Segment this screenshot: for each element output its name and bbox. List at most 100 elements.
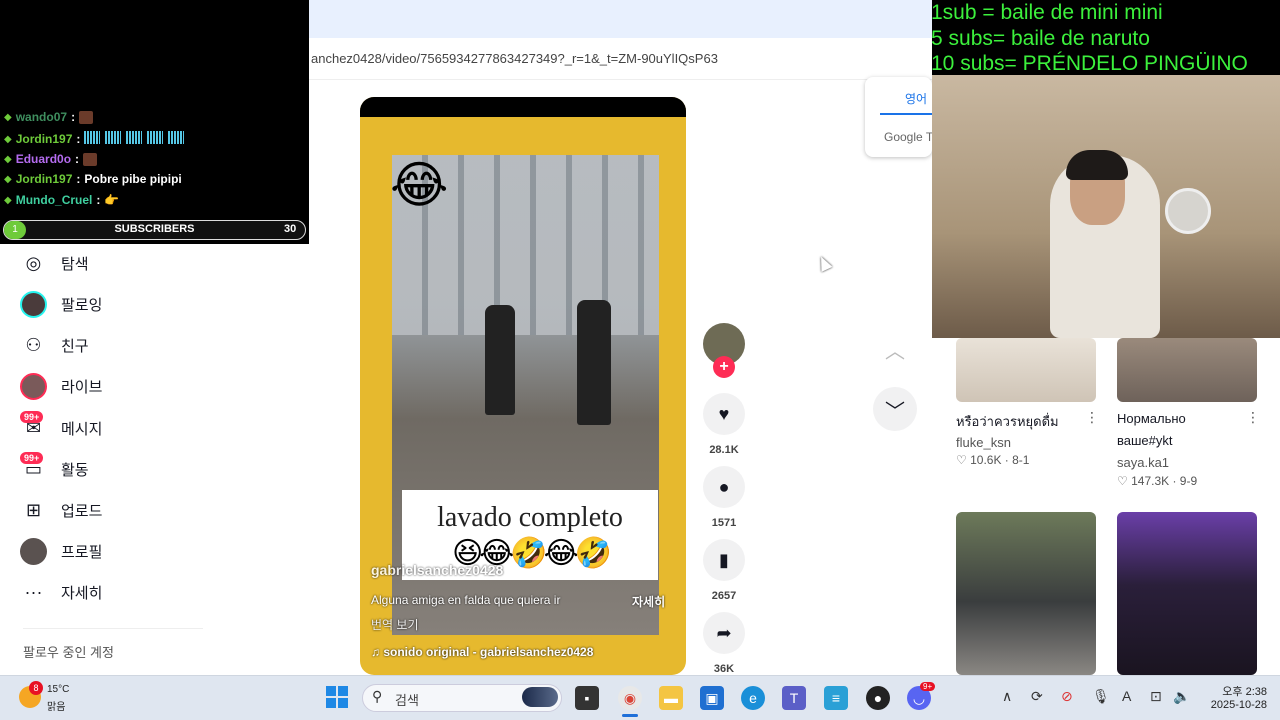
following-accounts-heading: 팔로우 중인 계정: [23, 645, 114, 660]
chat-message: ◆ wando07:: [4, 110, 94, 124]
sidebar-item-label: 친구: [61, 337, 89, 355]
webcam-hair: [1066, 150, 1128, 180]
recommendation-thumbnail[interactable]: [956, 338, 1096, 402]
bookmark-icon: ▮: [719, 549, 729, 570]
upload-icon: ⊞: [25, 499, 42, 520]
sidebar-item-activity[interactable]: ▭ 99+ 활동: [20, 451, 89, 486]
sidebar-item-messages[interactable]: ✉ 99+ 메시지: [20, 410, 102, 445]
sidebar-item-profile[interactable]: 프로필: [20, 534, 102, 568]
notepad-icon[interactable]: ≡: [824, 686, 848, 710]
chrome-icon[interactable]: ◉: [618, 686, 642, 710]
live-avatar: [20, 372, 47, 400]
language-icon[interactable]: A: [1122, 688, 1131, 704]
next-video-button[interactable]: ﹀: [873, 387, 917, 431]
recommendation-title[interactable]: หรือว่าควรหยุดดื่ม: [956, 411, 1059, 432]
point-emoji-icon: 👉: [104, 193, 120, 207]
edge-icon[interactable]: e: [741, 686, 765, 710]
heart-icon: ♥: [718, 403, 730, 424]
chat-message: ◆ Mundo_Cruel: 👉: [4, 193, 119, 207]
translate-link[interactable]: 번역 보기: [371, 616, 419, 633]
mouse-cursor: [815, 254, 833, 272]
sub-goal-line: 5 subs= baile de naruto: [931, 27, 1150, 50]
translate-tab-underline: [880, 113, 932, 115]
weather-temperature[interactable]: 15°C: [47, 684, 69, 695]
chat-message: ◆ Jordin197: Pobre pibe pipipi: [4, 172, 182, 186]
recommendation-meta: ♡ 147.3K · 9-9: [1117, 474, 1198, 488]
file-app-icon[interactable]: ▪: [575, 686, 599, 710]
store-icon[interactable]: ▣: [700, 686, 724, 710]
save-button[interactable]: ▮: [703, 539, 745, 581]
sidebar-item-label: 탐색: [61, 255, 89, 273]
chat-username: Jordin197: [15, 132, 73, 146]
video-person: [577, 300, 611, 425]
more-button[interactable]: 자세히: [632, 593, 665, 610]
sidebar-item-label: 프로필: [61, 543, 103, 561]
weather-condition[interactable]: 맑음: [47, 698, 65, 713]
comment-button[interactable]: ●: [703, 466, 745, 508]
recommendation-author[interactable]: saya.ka1: [1117, 455, 1169, 470]
share-count: 36K: [713, 663, 735, 675]
active-indicator: [622, 714, 638, 717]
security-icon[interactable]: ⊘: [1061, 688, 1073, 705]
sidebar-item-more[interactable]: ··· 자세히: [20, 575, 103, 609]
sub-goal-line: 1sub = baile de mini mini: [931, 1, 1163, 24]
recommendation-title-line2[interactable]: ваше#ykt: [1117, 433, 1173, 448]
profile-avatar: [20, 537, 47, 565]
sidebar-item-explore[interactable]: ◎ 탐색: [20, 246, 89, 280]
sidebar-item-label: 자세히: [61, 584, 103, 602]
microphone-icon[interactable]: 🎙: [1092, 688, 1110, 705]
sidebar-item-live[interactable]: 라이브: [20, 369, 102, 403]
url-text[interactable]: anchez0428/video/7565934277863427349?_r=…: [311, 51, 718, 66]
comment-count: 1571: [711, 517, 737, 529]
network-icon[interactable]: ⊡: [1150, 688, 1162, 705]
chat-diamond-icon: ◆: [4, 173, 12, 185]
sub-goal-line: 10 subs= PRÉNDELO PINGÜINO: [931, 52, 1248, 75]
video-description: Alguna amiga en falda que quiera ir: [371, 593, 561, 607]
chevron-up-tray-icon[interactable]: ∧: [1002, 688, 1012, 705]
clock-date[interactable]: 2025-10-28: [1195, 699, 1267, 711]
search-highlight-image: [522, 687, 558, 707]
video-author[interactable]: gabrielsanchez0428: [371, 562, 503, 578]
file-explorer-icon[interactable]: ▬: [659, 686, 683, 710]
search-placeholder[interactable]: 검색: [395, 690, 419, 709]
recommendation-author[interactable]: fluke_ksn: [956, 435, 1011, 450]
recommendation-thumbnail[interactable]: [1117, 338, 1257, 402]
chat-diamond-icon: ◆: [4, 111, 12, 123]
obs-icon[interactable]: ●: [866, 686, 890, 710]
sidebar-item-following[interactable]: 팔로잉: [20, 287, 102, 321]
sidebar-item-label: 라이브: [61, 378, 103, 396]
chat-message: ◆ Jordin197:: [4, 131, 189, 147]
chat-diamond-icon: ◆: [4, 194, 12, 206]
recommendation-thumbnail[interactable]: [956, 512, 1096, 675]
sound-link[interactable]: ♫ sonido original - gabrielsanchez0428: [371, 645, 593, 659]
chat-diamond-icon: ◆: [4, 153, 12, 165]
notification-badge: 9+: [920, 682, 936, 691]
chat-username: Jordin197: [15, 172, 73, 186]
start-button[interactable]: [326, 686, 348, 708]
translate-popup: [865, 77, 932, 157]
activity-badge: 99+: [20, 451, 44, 464]
clock-time[interactable]: 오후 2:38: [1211, 683, 1267, 699]
chat-diamond-icon: ◆: [4, 133, 12, 145]
translate-language-tab[interactable]: 영어: [905, 90, 927, 107]
video-person: [485, 305, 515, 415]
share-icon: ➦: [716, 622, 732, 643]
following-avatar: [20, 290, 47, 318]
teams-icon[interactable]: T: [782, 686, 806, 710]
emote-icon: [83, 152, 98, 166]
sync-icon[interactable]: ⟳: [1031, 688, 1043, 705]
previous-video-button[interactable]: ︿: [873, 327, 917, 371]
sidebar-item-upload[interactable]: ⊞ 업로드: [20, 493, 102, 527]
recommendation-thumbnail[interactable]: [1117, 512, 1257, 675]
follow-plus-icon[interactable]: +: [713, 356, 735, 378]
weather-badge: 8: [29, 681, 43, 695]
kebab-menu-icon[interactable]: ⋮: [1246, 409, 1260, 426]
share-button[interactable]: ➦: [703, 612, 745, 654]
like-button[interactable]: ♥: [703, 393, 745, 435]
overlay-caption: lavado completo: [437, 502, 623, 533]
kebab-menu-icon[interactable]: ⋮: [1085, 409, 1099, 426]
subscribers-count: 30: [284, 223, 297, 235]
recommendation-title[interactable]: Нормально: [1117, 411, 1186, 426]
volume-icon[interactable]: 🔈: [1173, 688, 1190, 705]
sidebar-item-friends[interactable]: ⚇ 친구: [20, 328, 89, 362]
